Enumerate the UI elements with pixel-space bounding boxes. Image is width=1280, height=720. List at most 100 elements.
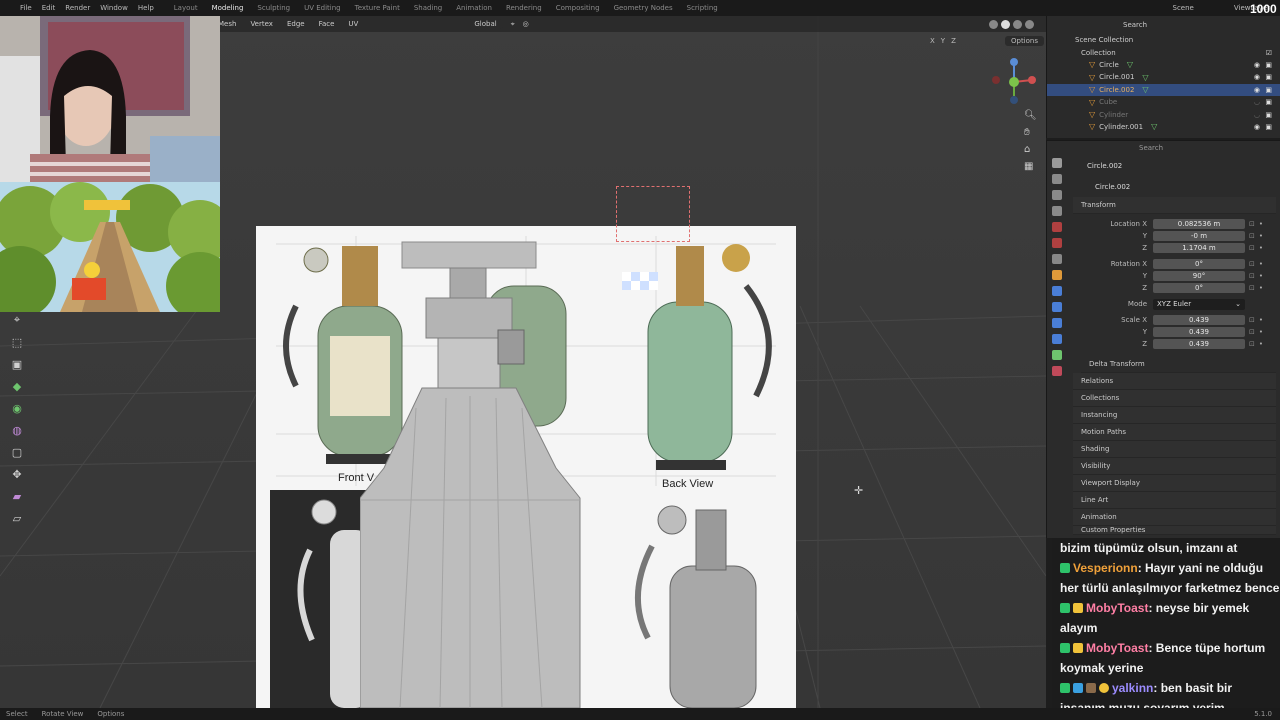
scene-selector[interactable]: Scene: [1173, 4, 1194, 12]
lock-icon[interactable]: ⊡: [1249, 244, 1255, 252]
chat-username[interactable]: MobyToast: [1086, 641, 1148, 655]
3d-cursor-icon[interactable]: ✛: [854, 484, 863, 497]
render-camera-icon[interactable]: ▣: [1265, 61, 1272, 69]
delta-transform-section[interactable]: Delta Transform: [1081, 356, 1276, 373]
animation-section[interactable]: Animation: [1073, 509, 1276, 526]
lock-icon[interactable]: ⊡: [1249, 272, 1255, 280]
instancing-section[interactable]: Instancing: [1073, 407, 1276, 424]
menu-help[interactable]: Help: [138, 4, 154, 12]
menu-uv[interactable]: UV: [348, 20, 358, 28]
outliner-item[interactable]: ▽ Cube ◡ ▣: [1047, 96, 1280, 108]
collection-tab-icon[interactable]: [1052, 254, 1062, 264]
proportional-edit-icon[interactable]: ◎: [523, 20, 529, 28]
scene-collection-row[interactable]: Scene Collection: [1047, 34, 1280, 46]
location-x-field[interactable]: 0.082536 m: [1153, 219, 1245, 229]
outliner-item-selected[interactable]: ▽ Circle.002 ▽ ◉ ▣: [1047, 83, 1280, 96]
object-tab-icon[interactable]: [1052, 270, 1062, 280]
physics-tab-icon[interactable]: [1052, 318, 1062, 328]
tab-sculpting[interactable]: Sculpting: [257, 4, 290, 12]
spin-tool-icon[interactable]: ✥: [8, 466, 26, 482]
snap-icon[interactable]: ⌖: [511, 20, 515, 29]
poly-build-tool-icon[interactable]: ▢: [8, 444, 26, 460]
bevel-tool-icon[interactable]: ◆: [8, 378, 26, 394]
cursor-tool-icon[interactable]: ⌖: [8, 312, 26, 328]
keyframe-dot-icon[interactable]: •: [1259, 244, 1263, 252]
shading-section[interactable]: Shading: [1073, 441, 1276, 458]
outliner-item[interactable]: ▽ Circle.001 ▽ ◉ ▣: [1047, 71, 1280, 83]
lock-icon[interactable]: ⊡: [1249, 220, 1255, 228]
transform-orientation-dropdown[interactable]: Global: [468, 19, 503, 29]
lock-icon[interactable]: ⊡: [1249, 260, 1255, 268]
lock-icon[interactable]: ⊡: [1249, 284, 1255, 292]
lock-icon[interactable]: ⊡: [1249, 232, 1255, 240]
lock-icon[interactable]: ⊡: [1249, 328, 1255, 336]
mirror-z-toggle[interactable]: Z: [951, 37, 956, 45]
tab-texture-paint[interactable]: Texture Paint: [355, 4, 400, 12]
render-tab-icon[interactable]: [1052, 174, 1062, 184]
custom-properties-section[interactable]: Custom Properties: [1073, 526, 1276, 535]
mirror-x-toggle[interactable]: X: [930, 37, 935, 45]
lock-icon[interactable]: ⊡: [1249, 340, 1255, 348]
menu-face[interactable]: Face: [319, 20, 335, 28]
relations-section[interactable]: Relations: [1073, 373, 1276, 390]
menu-edit[interactable]: Edit: [42, 4, 56, 12]
menu-render[interactable]: Render: [65, 4, 90, 12]
outliner-search[interactable]: Search: [1123, 21, 1147, 29]
scale-z-field[interactable]: 0.439: [1153, 339, 1245, 349]
motion-paths-section[interactable]: Motion Paths: [1073, 424, 1276, 441]
rotation-mode-dropdown[interactable]: XYZ Euler ⌄: [1153, 298, 1245, 310]
keyframe-dot-icon[interactable]: •: [1259, 220, 1263, 228]
rotation-z-field[interactable]: 0°: [1153, 283, 1245, 293]
visibility-section[interactable]: Visibility: [1073, 458, 1276, 475]
chat-username[interactable]: MobyToast: [1086, 601, 1148, 615]
render-camera-icon[interactable]: ▣: [1265, 111, 1272, 119]
transform-section-header[interactable]: Transform: [1073, 197, 1276, 214]
tab-modeling[interactable]: Modeling: [212, 4, 244, 12]
menu-file[interactable]: File: [20, 4, 32, 12]
chat-username[interactable]: Vesperionn: [1073, 561, 1138, 575]
outliner-item[interactable]: ▽ Circle ▽ ◉ ▣: [1047, 59, 1280, 71]
rendered-shading-icon[interactable]: [1025, 19, 1034, 29]
keyframe-dot-icon[interactable]: •: [1259, 328, 1263, 336]
constraints-tab-icon[interactable]: [1052, 334, 1062, 344]
render-camera-icon[interactable]: ▣: [1265, 86, 1272, 94]
solid-shading-icon[interactable]: [1001, 19, 1010, 29]
extrude-tool-icon[interactable]: ⬚: [8, 334, 26, 350]
checkbox-icon[interactable]: ☑: [1266, 49, 1272, 57]
tab-compositing[interactable]: Compositing: [556, 4, 600, 12]
keyframe-dot-icon[interactable]: •: [1259, 232, 1263, 240]
rotation-x-field[interactable]: 0°: [1153, 259, 1245, 269]
material-shading-icon[interactable]: [1013, 19, 1022, 29]
chat-username[interactable]: yalkinn: [1112, 681, 1153, 695]
location-z-field[interactable]: 1.1704 m: [1153, 243, 1245, 253]
smooth-tool-icon[interactable]: ▰: [8, 488, 26, 504]
rotation-y-field[interactable]: 90°: [1153, 271, 1245, 281]
render-camera-icon[interactable]: ▣: [1265, 123, 1272, 131]
tab-shading[interactable]: Shading: [414, 4, 442, 12]
object-name-field[interactable]: Circle.002: [1095, 183, 1130, 191]
line-art-section[interactable]: Line Art: [1073, 492, 1276, 509]
tool-tab-icon[interactable]: [1052, 158, 1062, 168]
particles-tab-icon[interactable]: [1052, 302, 1062, 312]
camera-icon[interactable]: ⌂: [1024, 144, 1040, 155]
collections-section[interactable]: Collections: [1073, 390, 1276, 407]
keyframe-dot-icon[interactable]: •: [1259, 316, 1263, 324]
tab-geometry-nodes[interactable]: Geometry Nodes: [614, 4, 673, 12]
scene-tab-icon[interactable]: [1052, 222, 1062, 232]
mirror-y-toggle[interactable]: Y: [941, 37, 945, 45]
gray-tank-model[interactable]: [360, 238, 590, 708]
tab-rendering[interactable]: Rendering: [506, 4, 542, 12]
output-tab-icon[interactable]: [1052, 190, 1062, 200]
render-camera-icon[interactable]: ▣: [1265, 98, 1272, 106]
shear-tool-icon[interactable]: ▱: [8, 510, 26, 526]
tab-animation[interactable]: Animation: [456, 4, 492, 12]
grid-view-icon[interactable]: ▦: [1024, 161, 1040, 172]
visibility-eye-icon[interactable]: ◉: [1254, 73, 1260, 81]
menu-window[interactable]: Window: [100, 4, 128, 12]
outliner-item[interactable]: ▽ Cylinder ◡ ▣: [1047, 108, 1280, 120]
hidden-eye-icon[interactable]: ◡: [1254, 111, 1260, 119]
knife-tool-icon[interactable]: ◍: [8, 422, 26, 438]
data-tab-icon[interactable]: [1052, 350, 1062, 360]
tab-layout[interactable]: Layout: [174, 4, 198, 12]
lock-icon[interactable]: ⊡: [1249, 316, 1255, 324]
